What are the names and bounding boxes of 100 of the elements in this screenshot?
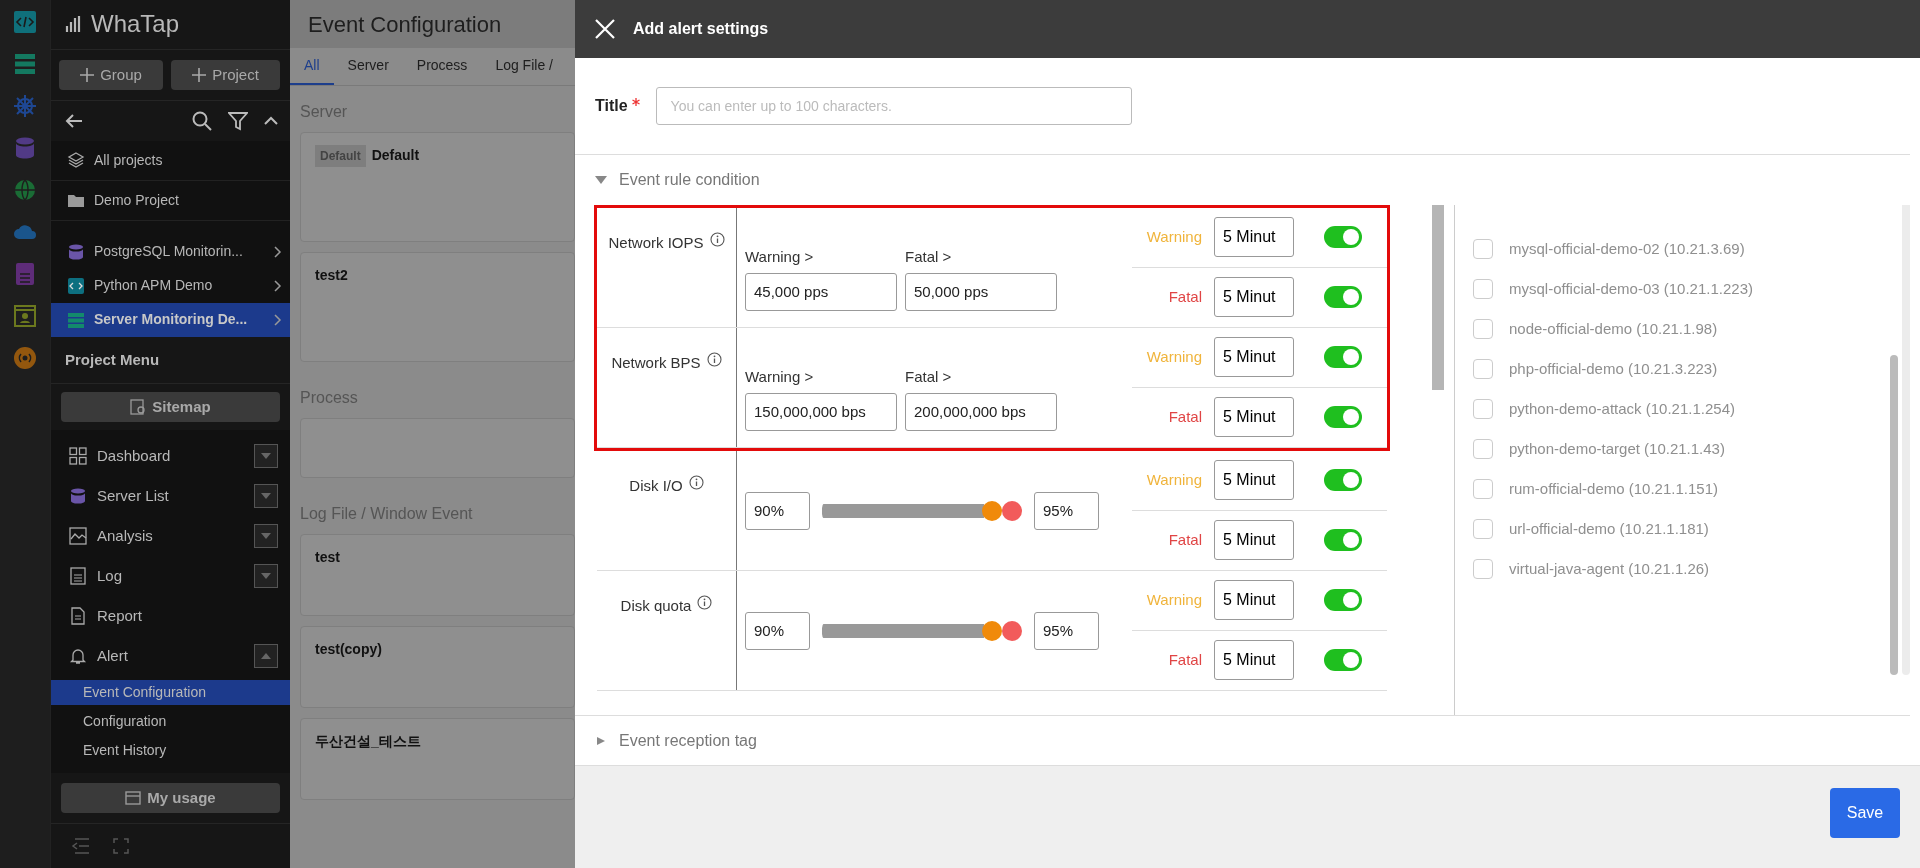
range-slider[interactable] xyxy=(822,620,1022,641)
toggle-switch[interactable] xyxy=(1324,406,1362,429)
scrollbar-thumb[interactable] xyxy=(1432,205,1444,390)
alert-level-label: Fatal xyxy=(1167,650,1202,670)
database-icon[interactable] xyxy=(13,136,37,160)
globe-icon[interactable] xyxy=(13,178,37,202)
duration-input[interactable]: 5 Minut xyxy=(1214,217,1294,258)
agent-option: url-official-demo (10.21.1.181) xyxy=(1473,509,1920,549)
expand-toggle[interactable] xyxy=(254,444,278,468)
collapse-menu-icon[interactable] xyxy=(71,838,89,854)
toggle-switch[interactable] xyxy=(1324,346,1362,369)
tab[interactable]: Process xyxy=(402,48,482,85)
threshold-input[interactable]: 50,000 pps xyxy=(905,272,1057,311)
expand-toggle[interactable] xyxy=(254,564,278,588)
toggle-switch[interactable] xyxy=(1324,649,1362,672)
close-icon[interactable] xyxy=(595,19,615,39)
menu-item[interactable]: Analysis xyxy=(51,516,290,556)
project-item[interactable]: Server Monitoring De... xyxy=(51,302,290,337)
usage-button[interactable]: My usage xyxy=(61,783,280,813)
menu-item[interactable]: Dashboard xyxy=(51,436,290,476)
window-icon[interactable] xyxy=(13,304,37,328)
rule-card[interactable]: test(copy) xyxy=(300,626,575,708)
info-icon[interactable] xyxy=(709,232,725,247)
toggle-switch[interactable] xyxy=(1324,226,1362,249)
threshold-label: Warning > xyxy=(745,247,815,268)
back-arrow-icon[interactable] xyxy=(65,112,83,129)
add-button[interactable]: Project xyxy=(171,59,280,90)
collapse-caret-icon[interactable] xyxy=(264,115,278,126)
section-toggle[interactable]: Event rule condition xyxy=(575,155,1920,205)
tab[interactable]: Server xyxy=(333,48,403,85)
alert-level-label: Fatal xyxy=(1167,287,1202,307)
duration-input[interactable]: 5 Minut xyxy=(1214,580,1294,621)
tab[interactable]: Log File / xyxy=(481,48,567,85)
project-item[interactable]: Python APM Demo xyxy=(51,268,290,303)
log-document-icon[interactable] xyxy=(13,262,37,286)
add-button[interactable]: Group xyxy=(59,59,163,90)
save-button[interactable]: Save xyxy=(1830,788,1900,838)
percent-input[interactable]: 95% xyxy=(1034,611,1099,650)
slider-thumb[interactable] xyxy=(1002,500,1022,521)
percent-input[interactable]: 90% xyxy=(745,491,810,530)
expand-toggle[interactable] xyxy=(254,524,278,548)
duration-input[interactable]: 5 Minut xyxy=(1214,337,1294,378)
chart-icon xyxy=(69,527,87,545)
helm-wheel-icon[interactable] xyxy=(13,94,37,118)
rule-card[interactable]: 두산건설_테스트 xyxy=(300,718,575,800)
percent-input[interactable]: 90% xyxy=(745,611,810,650)
menu-item[interactable]: Report xyxy=(51,596,290,636)
search-icon[interactable] xyxy=(192,110,212,131)
caret-down-icon xyxy=(261,533,271,539)
threshold-input[interactable]: 45,000 pps xyxy=(745,272,897,311)
rule-card[interactable]: test2 xyxy=(300,252,575,362)
slider-thumb[interactable] xyxy=(1002,620,1022,641)
info-icon[interactable] xyxy=(706,352,722,367)
duration-input[interactable]: 5 Minut xyxy=(1214,520,1294,561)
range-slider[interactable] xyxy=(822,500,1022,521)
toggle-switch[interactable] xyxy=(1324,589,1362,612)
toggle-switch[interactable] xyxy=(1324,469,1362,492)
expand-toggle[interactable] xyxy=(254,644,278,668)
submenu-item[interactable]: Configuration xyxy=(51,709,290,734)
slider-thumb[interactable] xyxy=(982,500,1002,521)
layers-icon xyxy=(67,151,85,169)
menu-item[interactable]: Server List xyxy=(51,476,290,516)
log-icon xyxy=(69,567,87,585)
menu-item[interactable]: Alert xyxy=(51,636,290,676)
info-icon[interactable] xyxy=(688,475,704,490)
agent-option: virtual-java-agent (10.21.1.26) xyxy=(1473,549,1920,589)
metric-name: Network IOPS xyxy=(608,233,704,253)
submenu-item[interactable]: Event Configuration xyxy=(51,680,290,705)
fullscreen-icon[interactable] xyxy=(113,838,129,854)
submenu-item[interactable]: Event History xyxy=(51,738,290,763)
code-icon[interactable] xyxy=(13,10,37,34)
logo-text: WhaTap xyxy=(91,9,180,40)
info-icon[interactable] xyxy=(697,595,713,610)
threshold-input[interactable]: 200,000,000 bps xyxy=(905,392,1057,431)
scrollbar-thumb[interactable] xyxy=(1890,355,1898,675)
toggle-switch[interactable] xyxy=(1324,529,1362,552)
threshold-label: Fatal > xyxy=(905,367,953,388)
toggle-switch[interactable] xyxy=(1324,286,1362,309)
server-stack-icon[interactable] xyxy=(13,52,37,76)
percent-input[interactable]: 95% xyxy=(1034,491,1099,530)
caret-up-icon xyxy=(261,653,271,659)
duration-input[interactable]: 5 Minut xyxy=(1214,460,1294,501)
slider-thumb[interactable] xyxy=(982,620,1002,641)
title-input[interactable]: You can enter up to 100 characters. xyxy=(655,87,1132,125)
project-item[interactable]: Demo Project xyxy=(51,180,290,221)
filter-icon[interactable] xyxy=(228,110,248,131)
threshold-input[interactable]: 150,000,000 bps xyxy=(745,392,897,431)
duration-input[interactable]: 5 Minut xyxy=(1214,397,1294,438)
rule-card[interactable]: test xyxy=(300,534,575,616)
duration-input[interactable]: 5 Minut xyxy=(1214,640,1294,681)
database-icon xyxy=(69,487,87,505)
alert-level-label: Warning xyxy=(1145,227,1202,247)
caret-down-icon xyxy=(595,176,607,184)
duration-input[interactable]: 5 Minut xyxy=(1214,277,1294,318)
project-item[interactable]: PostgreSQL Monitorin... xyxy=(51,234,290,269)
grid-icon xyxy=(69,447,87,465)
menu-item[interactable]: Log xyxy=(51,556,290,596)
sitemap-button[interactable]: Sitemap xyxy=(61,392,280,422)
broadcast-icon[interactable] xyxy=(13,346,37,370)
expand-toggle[interactable] xyxy=(254,484,278,508)
